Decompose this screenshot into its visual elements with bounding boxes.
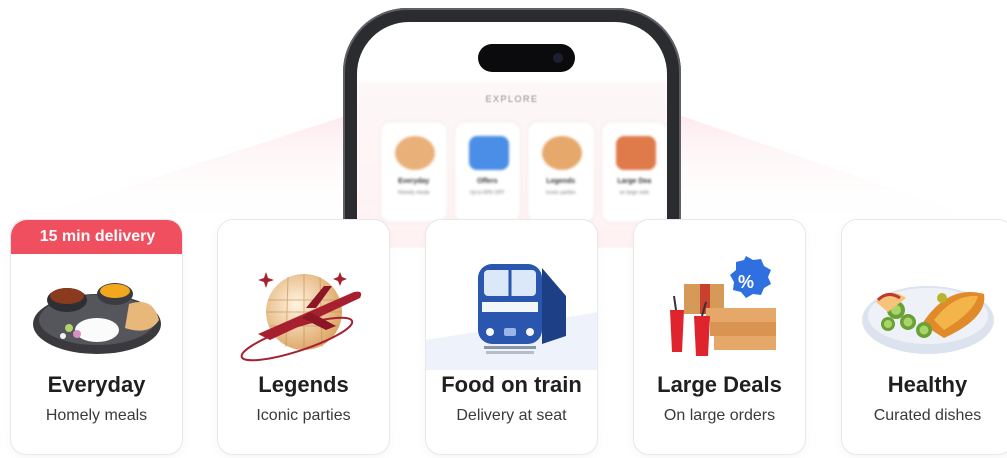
mini-card-subtitle: Up to 60% OFF (469, 190, 505, 196)
mini-card-legends[interactable]: Legends Iconic parties (528, 122, 594, 222)
explore-row: Everyday Homely meals Offers Up to 60% O… (381, 122, 667, 222)
card-subtitle: Curated dishes (873, 407, 982, 424)
mini-card-subtitle: on large orde (619, 190, 649, 196)
deal-boxes-icon (615, 136, 656, 170)
card-healthy[interactable]: Healthy Curated dishes (841, 219, 1007, 455)
card-title: Everyday (47, 372, 146, 397)
card-title: Food on train (441, 372, 582, 397)
disco-plane-icon (542, 136, 582, 170)
mini-card-everyday[interactable]: Everyday Homely meals (381, 122, 447, 222)
mini-card-title: Legends (546, 178, 576, 185)
card-subtitle: Iconic parties (256, 407, 351, 424)
mini-card-title: Offers (476, 178, 498, 185)
mini-card-offers[interactable]: Offers Up to 60% OFF (454, 122, 520, 222)
mini-card-subtitle: Homely meals (397, 190, 430, 196)
phone-screen: EXPLORE Everyday Homely meals Offers Up … (357, 22, 667, 248)
mini-card-large-deals[interactable]: Large Dea on large orde (601, 122, 667, 222)
card-large-deals[interactable]: % Large Deals On large orders (633, 219, 806, 455)
phone-mockup: EXPLORE Everyday Homely meals Offers Up … (343, 8, 681, 248)
deal-boxes-icon: % (670, 256, 776, 356)
mini-card-title: Everyday (398, 178, 430, 185)
offer-tag-icon (468, 136, 509, 170)
train-icon (426, 264, 597, 370)
mini-card-title: Large Dea (617, 178, 652, 185)
card-title: Healthy (887, 372, 968, 397)
svg-text:%: % (738, 272, 754, 292)
card-legends[interactable]: Legends Iconic parties (217, 219, 390, 455)
camera-icon (553, 53, 563, 63)
card-title: Legends (258, 372, 349, 397)
delivery-badge: 15 min delivery (11, 220, 182, 254)
disco-plane-icon (240, 272, 362, 362)
card-everyday[interactable]: 15 min delivery Everyday Homely meals (10, 219, 183, 455)
card-food-on-train[interactable]: Food on train Delivery at seat (425, 219, 598, 455)
card-subtitle: Delivery at seat (456, 407, 567, 424)
card-subtitle: Homely meals (45, 407, 148, 424)
card-subtitle: On large orders (663, 407, 776, 424)
thali-icon (33, 283, 161, 354)
card-title: Large Deals (657, 372, 782, 397)
mini-card-subtitle: Iconic parties (546, 190, 576, 196)
dynamic-island (478, 44, 575, 72)
explore-label: EXPLORE (485, 94, 539, 104)
fruit-bowl-icon (862, 286, 994, 354)
thali-icon (395, 136, 435, 170)
